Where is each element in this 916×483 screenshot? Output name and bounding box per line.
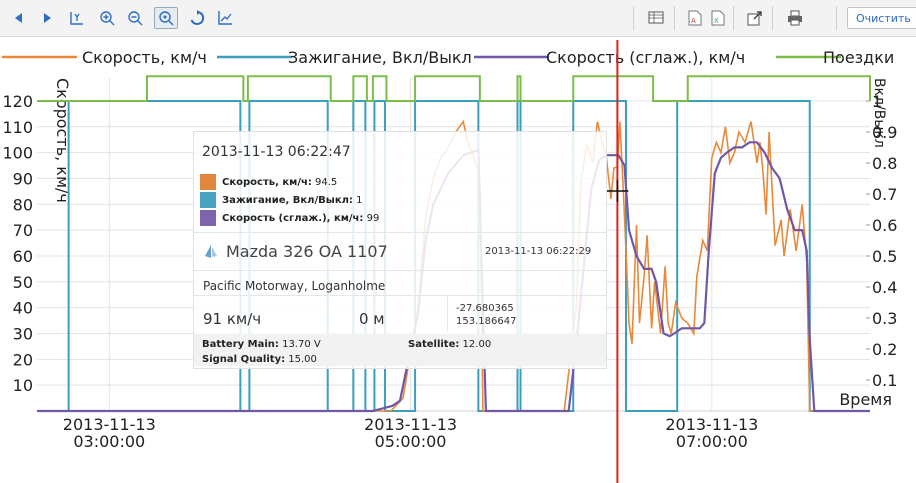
- vehicle-speed: 91 км/ч: [203, 310, 262, 328]
- legend-swatch: [200, 174, 216, 190]
- satellite-label: Satellite:: [408, 339, 460, 350]
- tooltip-vehicle[interactable]: Mazda 326 OA 1107: [204, 242, 388, 261]
- y-tick-label: 120: [2, 92, 33, 111]
- legend-label-1: Зажигание, Вкл/Выкл: [288, 48, 472, 67]
- signal-readout: Signal Quality: 15.00: [202, 354, 317, 365]
- legend-swatch: [200, 210, 216, 226]
- vehicle-name: Mazda 326 OA 1107: [226, 242, 388, 261]
- legend-label-0: Скорость, км/ч: [82, 48, 207, 67]
- legend-label-3: Поездки: [823, 48, 894, 67]
- y-right-tick-label: 0.2: [872, 340, 897, 359]
- latitude: -27.680365: [456, 303, 514, 314]
- vehicle-distance: 0 м: [359, 310, 385, 328]
- tooltip-row-label: Скорость, км/ч:: [222, 176, 312, 188]
- battery-value: 13.70 V: [282, 339, 321, 350]
- divider: [194, 270, 606, 271]
- longitude: 153.186647: [456, 316, 517, 327]
- y-right-tick-label: 0.4: [872, 278, 897, 297]
- y-tick-label: 10: [13, 376, 33, 395]
- y-tick-label: 90: [13, 169, 33, 188]
- tooltip-row-value: 1: [356, 194, 363, 206]
- divider: [194, 295, 606, 296]
- y-axis-right-labels: 0.10.20.30.40.50.60.70.80.91Вкл/Выкл: [866, 78, 897, 390]
- y-tick-label: 110: [2, 118, 33, 137]
- y-tick-label: 80: [13, 195, 33, 214]
- tooltip-row-value: 94.5: [315, 176, 338, 188]
- y-right-axis-title: Вкл/Выкл: [871, 78, 887, 148]
- tooltip-row-speed: Скорость, км/ч: 94.5: [200, 174, 337, 190]
- divider: [194, 232, 606, 233]
- y-axis-left-labels: 102030405060708090100110120 Скорость, км/…: [2, 78, 72, 395]
- vehicle-icon: [205, 244, 217, 258]
- y-tick-label: 50: [13, 273, 33, 292]
- legend-label-2: Скорость (сглаж.), км/ч: [546, 48, 745, 67]
- y-tick-label: 20: [13, 350, 33, 369]
- vehicle-coordinates: -27.680365 153.186647: [456, 302, 516, 328]
- divider: [447, 295, 448, 331]
- y-right-tick-label: 0.7: [872, 185, 897, 204]
- signal-value: 15.00: [288, 354, 317, 365]
- satellite-value: 12.00: [462, 339, 492, 350]
- battery-readout: Battery Main: 13.70 V: [202, 339, 321, 350]
- signal-label: Signal Quality:: [202, 354, 286, 365]
- x-tick-time: 07:00:00: [676, 432, 748, 451]
- series-trips: [37, 75, 871, 103]
- tooltip-row-label: Скорость (сглаж.), км/ч:: [222, 212, 364, 224]
- battery-label: Battery Main:: [202, 339, 279, 350]
- legend-swatch: [200, 192, 216, 208]
- x-tick-time: 05:00:00: [375, 432, 447, 451]
- y-tick-label: 30: [13, 324, 33, 343]
- y-right-tick-label: 0.3: [872, 309, 897, 328]
- tooltip-row-label: Зажигание, Вкл/Выкл:: [222, 194, 353, 206]
- chart-legend: Скорость, км/ч Зажигание, Вкл/Выкл Скорост…: [2, 48, 894, 67]
- satellite-readout: Satellite: 12.00: [408, 339, 491, 350]
- y-tick-label: 60: [13, 247, 33, 266]
- y-tick-label: 70: [13, 221, 33, 240]
- vehicle-address: Pacific Motorway, Loganholme: [203, 279, 386, 293]
- y-right-tick-label: 0.8: [872, 154, 897, 173]
- vehicle-time: 2013-11-13 06:22:29: [485, 246, 592, 257]
- y-right-tick-label: 0.1: [872, 371, 897, 390]
- x-axis-title: Время: [839, 390, 892, 409]
- tooltip-row-smooth-speed: Скорость (сглаж.), км/ч: 99: [200, 210, 379, 226]
- x-tick-time: 03:00:00: [73, 432, 145, 451]
- tooltip-time: 2013-11-13 06:22:47: [202, 144, 351, 160]
- y-tick-label: 100: [2, 144, 33, 163]
- y-tick-label: 40: [13, 299, 33, 318]
- tooltip-row-value: 99: [366, 212, 380, 224]
- chart-tooltip: 2013-11-13 06:22:47 Скорость, км/ч: 94.5…: [193, 131, 607, 369]
- tooltip-row-ignition: Зажигание, Вкл/Выкл: 1: [200, 192, 363, 208]
- y-right-tick-label: 0.6: [872, 216, 897, 235]
- y-right-tick-label: 0.5: [872, 247, 897, 266]
